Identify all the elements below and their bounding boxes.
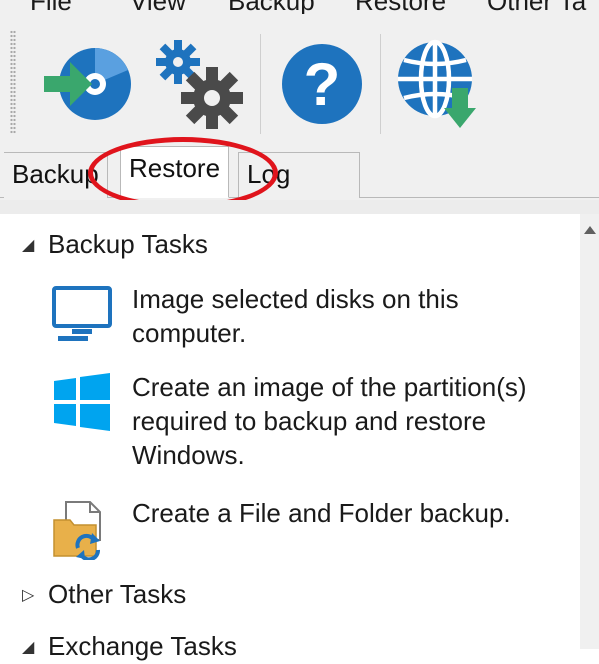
task-image-windows[interactable]: Create an image of the partition(s) requ… [52, 370, 572, 474]
svg-text:?: ? [304, 51, 341, 118]
menu-bar: File View Backup Restore Other Ta [0, 0, 599, 14]
menu-restore[interactable]: Restore [355, 0, 446, 14]
group-other-tasks[interactable]: ▷ Other Tasks [22, 578, 186, 612]
group-backup-tasks-label: Backup Tasks [48, 229, 208, 259]
windows-logo-icon [52, 372, 112, 432]
menu-backup[interactable]: Backup [228, 0, 315, 14]
help-icon: ? [282, 44, 362, 124]
task-panel: ◢ Backup Tasks Image selected disks on th… [0, 200, 599, 661]
settings-button[interactable] [150, 34, 250, 134]
scroll-up-arrow-icon[interactable] [584, 226, 596, 234]
menu-other-tasks[interactable]: Other Ta [487, 0, 586, 14]
toolbar-separator [380, 34, 381, 134]
expanded-chevron-icon: ◢ [22, 237, 35, 255]
menu-file[interactable]: File [30, 0, 72, 14]
group-other-tasks-label: Other Tasks [48, 579, 187, 609]
toolbar: ? [0, 14, 599, 140]
tab-backup[interactable]: Backup [4, 152, 108, 198]
expanded-chevron-icon: ◢ [22, 639, 35, 657]
disk-backup-icon [44, 48, 131, 120]
tab-restore[interactable]: Restore [120, 146, 230, 198]
tab-log[interactable]: Log [238, 152, 360, 198]
group-exchange-tasks[interactable]: ◢ Exchange Tasks [22, 630, 237, 664]
group-exchange-tasks-label: Exchange Tasks [48, 631, 237, 661]
menu-view[interactable]: View [130, 0, 186, 14]
collapsed-chevron-icon: ▷ [22, 587, 35, 605]
group-backup-tasks[interactable]: ◢ Backup Tasks [22, 228, 208, 262]
toolbar-separator [260, 34, 261, 134]
file-folder-backup-icon [52, 500, 112, 560]
task-image-windows-label: Create an image of the partition(s) requ… [132, 372, 527, 470]
monitor-icon [52, 284, 112, 344]
toolbar-grip[interactable] [10, 30, 16, 134]
gears-icon [156, 40, 243, 129]
task-file-folder-backup-label: Create a File and Folder backup. [132, 498, 511, 528]
help-button[interactable]: ? [272, 34, 372, 134]
panel-top-band [0, 200, 599, 214]
download-update-button[interactable] [390, 34, 490, 134]
tab-strip: Backup Log Restore [0, 140, 599, 200]
vertical-scrollbar[interactable] [580, 214, 599, 649]
task-image-disks-label: Image selected disks on this computer. [132, 284, 459, 348]
task-file-folder-backup[interactable]: Create a File and Folder backup. [52, 496, 572, 560]
globe-download-icon [398, 39, 476, 128]
task-image-disks[interactable]: Image selected disks on this computer. [52, 282, 572, 352]
disk-backup-button[interactable] [40, 34, 140, 134]
